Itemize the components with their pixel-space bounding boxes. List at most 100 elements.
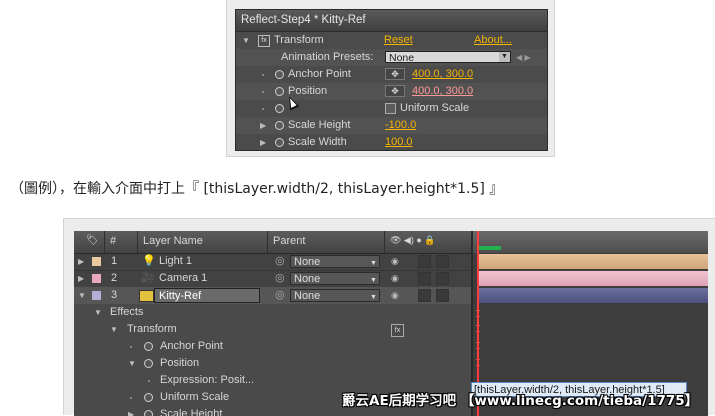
switch-box[interactable]	[436, 255, 449, 268]
column-header-layer-name[interactable]: Layer Name	[143, 235, 203, 247]
expression-label: Expression: Posit...	[160, 374, 255, 386]
pickwhip-icon[interactable]: ◎	[275, 253, 285, 270]
layer-number: 1	[111, 255, 118, 267]
timeline-header: 🏷 # Layer Name Parent 👁 ◀) ● 🔒	[74, 231, 471, 254]
stopwatch-icon[interactable]	[275, 138, 284, 147]
transform-effect-row[interactable]: ▼ Transform fx	[74, 321, 471, 339]
stopwatch-icon[interactable]	[275, 104, 284, 113]
preset-nav-arrows-icon[interactable]: ◀ ▶	[516, 49, 531, 66]
stopwatch-icon[interactable]	[144, 342, 153, 351]
position-row[interactable]: ▼ Position	[74, 355, 471, 373]
effects-row[interactable]: ▼ Effects	[74, 304, 471, 322]
pickwhip-icon[interactable]: ◎	[275, 287, 285, 304]
eye-icon[interactable]: ◉	[391, 270, 399, 287]
layer-row[interactable]: ▶ 2 🎥 Camera 1 ◎ None ▼ ◉	[74, 270, 471, 288]
expand-triangle-icon[interactable]: ▶	[260, 134, 266, 150]
anchor-point-value[interactable]: 400.0, 300.0	[412, 66, 473, 83]
transform-label: Transform	[274, 34, 324, 46]
anchor-point-row[interactable]: Anchor Point	[74, 338, 471, 356]
caption-text: （圖例），在輸入介面中打上『 [thisLayer.width/2, thisL…	[10, 181, 504, 197]
pickwhip-icon[interactable]: ◎	[275, 270, 285, 287]
crosshair-icon[interactable]: ✥	[385, 85, 405, 97]
chevron-down-icon: ▼	[370, 260, 377, 267]
scale-width-label: Scale Width	[288, 136, 347, 148]
stopwatch-icon[interactable]	[144, 393, 153, 402]
stopwatch-icon[interactable]	[275, 70, 284, 79]
position-row: Position ✥ 400.0, 300.0	[236, 83, 547, 100]
layer-name[interactable]: Light 1	[159, 253, 192, 270]
expand-triangle-icon[interactable]: ▼	[94, 304, 102, 321]
chevron-down-icon: ▼	[499, 52, 510, 62]
stopwatch-icon[interactable]	[144, 410, 153, 416]
layer-duration-bar[interactable]	[477, 254, 708, 269]
column-header-parent: Parent	[273, 235, 306, 247]
layer-row-selected[interactable]: ▼ 3 Kitty-Ref ◎ None ▼ ◉	[74, 287, 471, 305]
parent-value: None	[294, 256, 321, 268]
expression-row[interactable]: Expression: Posit...	[74, 372, 471, 390]
anchor-point-label: Anchor Point	[288, 68, 351, 80]
stopwatch-icon[interactable]	[144, 359, 153, 368]
switch-box[interactable]	[418, 255, 431, 268]
parent-select[interactable]: None ▼	[290, 289, 380, 302]
layer-number: 3	[111, 289, 118, 301]
stopwatch-icon[interactable]	[275, 87, 284, 96]
switch-box[interactable]	[418, 272, 431, 285]
crosshair-icon[interactable]: ✥	[385, 68, 405, 80]
time-ruler[interactable]	[473, 231, 708, 253]
expand-triangle-icon[interactable]: ▼	[242, 32, 250, 49]
camera-layer-icon: 🎥	[141, 272, 155, 284]
layer-name[interactable]: Camera 1	[159, 270, 207, 287]
animation-presets-label: Animation Presets:	[281, 51, 374, 63]
av-switches-icon: 👁 ◀) ● 🔒	[390, 235, 436, 245]
reset-link[interactable]: Reset	[384, 32, 413, 49]
uniform-scale-row: Uniform Scale	[236, 100, 547, 117]
row-dot	[148, 380, 150, 382]
uniform-scale-label: Uniform Scale	[160, 391, 230, 403]
effect-controls-panel: Reflect-Step4 * Kitty-Ref ▼ fx Transform…	[235, 9, 548, 151]
layer-duration-bar[interactable]	[477, 288, 708, 303]
eye-icon[interactable]: ◉	[391, 253, 399, 270]
panel-title: Reflect-Step4 * Kitty-Ref	[236, 10, 547, 32]
position-label: Position	[160, 357, 200, 369]
transform-effect-row[interactable]: ▼ fx Transform Reset About...	[236, 32, 547, 49]
expand-triangle-icon[interactable]: ▶	[78, 253, 84, 270]
parent-select[interactable]: None ▼	[290, 255, 380, 268]
expand-triangle-icon[interactable]: ▶	[78, 270, 84, 287]
footage-layer-icon	[139, 290, 154, 302]
switch-box[interactable]	[436, 272, 449, 285]
animation-presets-value: None	[389, 52, 415, 64]
scale-height-row: ▶ Scale Height -100.0	[236, 117, 547, 134]
expand-triangle-icon[interactable]: ▼	[110, 321, 118, 338]
fx-toggle-icon[interactable]: fx	[391, 324, 404, 337]
expand-triangle-icon[interactable]: ▼	[128, 355, 136, 372]
stopwatch-icon[interactable]	[275, 121, 284, 130]
animation-presets-select[interactable]: None ▼	[385, 51, 511, 64]
switch-box[interactable]	[418, 289, 431, 302]
scale-height-value[interactable]: -100.0	[385, 117, 416, 134]
layer-name[interactable]: Kitty-Ref	[154, 288, 260, 303]
label-tag-icon[interactable]: 🏷	[86, 235, 99, 246]
layer-label-color[interactable]	[92, 291, 101, 300]
layer-row[interactable]: ▶ 1 💡 Light 1 ◎ None ▼ ◉	[74, 253, 471, 271]
column-header-number: #	[110, 235, 117, 247]
row-dot	[130, 346, 132, 348]
animation-presets-row: Animation Presets: None ▼ ◀ ▶	[236, 49, 547, 66]
eye-icon[interactable]: ◉	[391, 287, 399, 304]
layer-duration-bar[interactable]	[477, 271, 708, 286]
switch-box[interactable]	[436, 289, 449, 302]
position-value[interactable]: 400.0, 300.0	[412, 83, 473, 100]
expand-triangle-icon[interactable]: ▼	[78, 287, 86, 304]
about-link[interactable]: About...	[474, 32, 512, 49]
expand-triangle-icon[interactable]: ▶	[260, 117, 266, 134]
row-dot	[262, 74, 264, 76]
scale-width-value[interactable]: 100.0	[385, 134, 413, 150]
parent-select[interactable]: None ▼	[290, 272, 380, 285]
work-area-bar[interactable]	[479, 246, 501, 250]
layer-label-color[interactable]	[92, 274, 101, 283]
chevron-down-icon: ▼	[370, 294, 377, 301]
uniform-scale-checkbox[interactable]	[385, 103, 396, 114]
timeline-panel: 🏷 # Layer Name Parent 👁 ◀) ● 🔒 ▶ 1 💡 Lig…	[74, 231, 708, 416]
watermark-text: 爵云AE后期学习吧 【www.linecg.com/tieba/1775】	[342, 393, 699, 409]
fx-toggle-icon[interactable]: fx	[258, 35, 270, 47]
layer-label-color[interactable]	[92, 257, 101, 266]
